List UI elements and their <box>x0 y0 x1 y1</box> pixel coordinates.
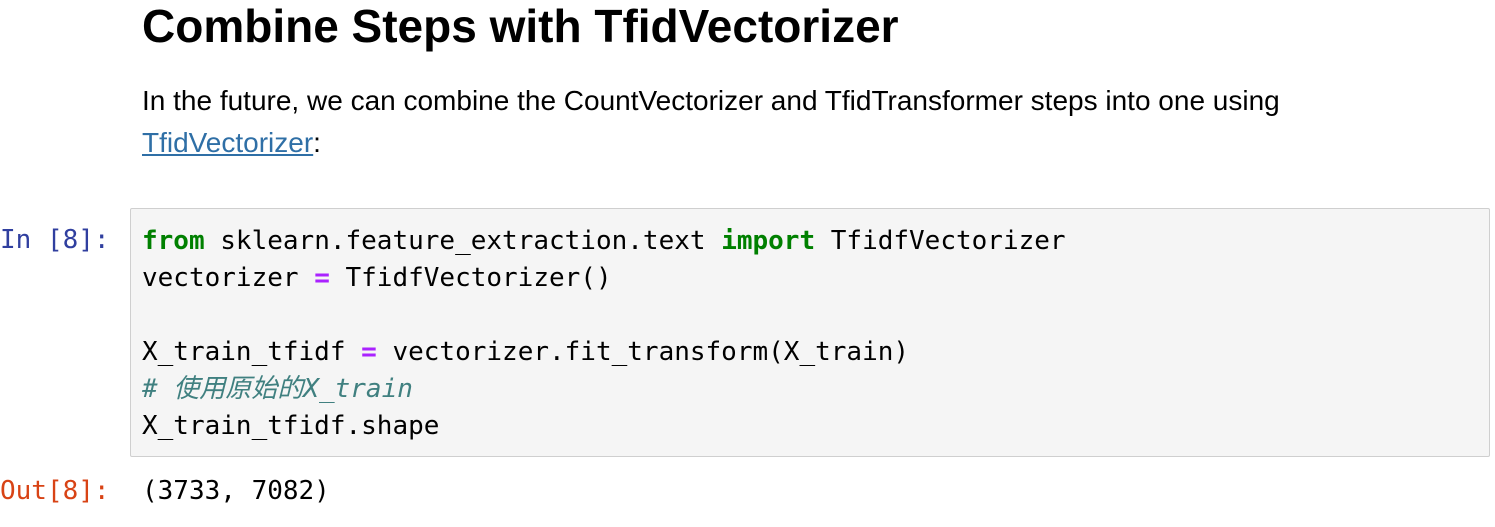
code-comment: # 使用原始的X_train <box>142 374 413 404</box>
paragraph-text: In the future, we can combine the CountV… <box>142 85 1280 116</box>
assign-rhs: TfidfVectorizer() <box>329 263 612 293</box>
code-input-area[interactable]: from sklearn.feature_extraction.text imp… <box>130 208 1490 457</box>
keyword-from: from <box>142 226 205 256</box>
cell-output: (3733, 7082) <box>142 476 330 506</box>
markdown-paragraph: In the future, we can combine the CountV… <box>142 80 1462 164</box>
code-line-2: vectorizer = TfidfVectorizer() <box>142 260 1066 297</box>
assign-rhs: vectorizer.fit_transform(X_train) <box>376 337 910 367</box>
code-line-4: X_train_tfidf = vectorizer.fit_transform… <box>142 334 1066 371</box>
code-line-1: from sklearn.feature_extraction.text imp… <box>142 223 1066 260</box>
code-editor[interactable]: from sklearn.feature_extraction.text imp… <box>142 223 1066 445</box>
section-heading: Combine Steps with TfidVectorizer <box>142 0 899 52</box>
imported-name: TfidfVectorizer <box>815 226 1066 256</box>
input-prompt: In [8]: <box>0 225 110 255</box>
assign-operator: = <box>361 337 377 367</box>
output-prompt: Out[8]: <box>0 476 110 506</box>
code-line-3-blank <box>142 297 1066 334</box>
assign-lhs: X_train_tfidf <box>142 337 362 367</box>
tfidvectorizer-link[interactable]: TfidVectorizer <box>142 127 313 158</box>
assign-lhs: vectorizer <box>142 263 315 293</box>
keyword-import: import <box>721 226 816 256</box>
assign-operator: = <box>314 263 330 293</box>
paragraph-suffix: : <box>313 127 321 158</box>
code-line-6: X_train_tfidf.shape <box>142 411 440 441</box>
module-path: sklearn.feature_extraction.text <box>204 226 722 256</box>
